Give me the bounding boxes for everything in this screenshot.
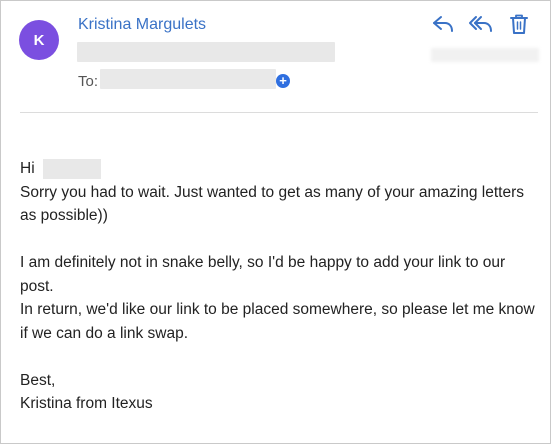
trash-icon xyxy=(510,14,528,34)
to-label: To: xyxy=(78,73,99,90)
redacted-date xyxy=(431,48,539,62)
reply-button[interactable] xyxy=(429,11,457,37)
redacted-recipient xyxy=(100,69,276,89)
greeting-line: Hi xyxy=(20,157,540,181)
paragraph-2-line-1: I am definitely not in snake belly, so I… xyxy=(20,254,506,295)
signoff: Best, xyxy=(20,371,56,389)
sender-avatar: K xyxy=(19,20,59,60)
redacted-recipient-name xyxy=(42,158,101,179)
message-body: Hi Sorry you had to wait. Just wanted to… xyxy=(20,157,540,416)
avatar-initial: K xyxy=(33,31,45,49)
paragraph-1: Sorry you had to wait. Just wanted to ge… xyxy=(20,183,524,225)
redacted-sender-email xyxy=(77,42,335,62)
delete-button[interactable] xyxy=(505,11,533,37)
reply-all-icon xyxy=(469,16,492,32)
sender-name[interactable]: Kristina Margulets xyxy=(78,16,206,34)
add-recipient-button[interactable]: + xyxy=(276,74,290,88)
header-divider xyxy=(20,112,538,113)
reply-all-button[interactable] xyxy=(467,11,495,37)
email-view: K Kristina Margulets To: + Hi Sorry you … xyxy=(0,0,551,444)
reply-icon xyxy=(433,16,453,32)
greeting-text: Hi xyxy=(20,160,35,177)
signature: Kristina from Itexus xyxy=(20,395,153,412)
message-toolbar xyxy=(429,11,533,37)
paragraph-2-line-2: In return, we'd like our link to be plac… xyxy=(20,301,535,342)
